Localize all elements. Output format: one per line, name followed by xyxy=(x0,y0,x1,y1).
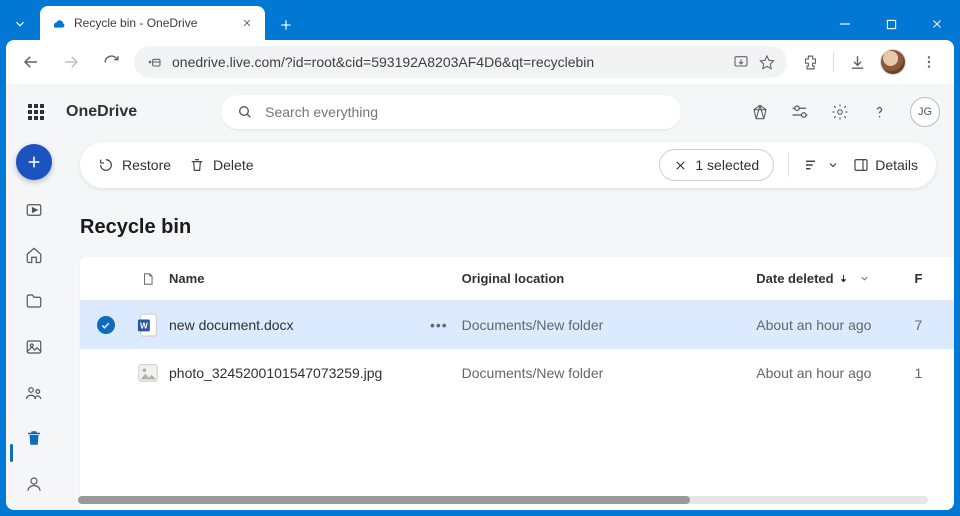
command-bar: Restore Delete 1 selected xyxy=(80,142,936,188)
page-title: Recycle bin xyxy=(80,216,954,239)
brand-label: OneDrive xyxy=(66,103,137,121)
app-launcher-button[interactable] xyxy=(20,96,52,128)
more-actions-button[interactable]: ••• xyxy=(430,317,448,333)
bookmark-star-icon[interactable] xyxy=(759,54,775,70)
window-maximize-button[interactable] xyxy=(868,8,914,40)
file-date: About an hour ago xyxy=(756,365,914,381)
svg-text:W: W xyxy=(140,322,148,331)
rail-home[interactable] xyxy=(16,239,52,271)
search-box[interactable] xyxy=(221,95,681,129)
search-input[interactable] xyxy=(265,104,665,120)
horizontal-scrollbar[interactable] xyxy=(78,496,928,504)
file-location: Documents/New folder xyxy=(462,365,757,381)
file-date: About an hour ago xyxy=(756,317,914,333)
tab-title: Recycle bin - OneDrive xyxy=(74,16,231,30)
rail-photos[interactable] xyxy=(16,331,52,363)
details-label: Details xyxy=(875,157,918,173)
main-region: Restore Delete 1 selected xyxy=(62,140,954,510)
rail-shared[interactable] xyxy=(16,377,52,409)
trash-icon xyxy=(189,157,205,173)
rail-account[interactable] xyxy=(16,468,52,500)
window-controls xyxy=(822,8,960,40)
chevron-down-icon xyxy=(859,273,870,284)
window-minimize-button[interactable] xyxy=(822,8,868,40)
browser-menu-button[interactable] xyxy=(912,45,946,79)
tab-search-button[interactable] xyxy=(0,8,40,40)
extensions-button[interactable] xyxy=(793,45,827,79)
nav-forward-button[interactable] xyxy=(54,45,88,79)
add-new-button[interactable] xyxy=(16,144,52,180)
search-icon xyxy=(237,104,253,120)
column-name[interactable]: Name xyxy=(165,271,462,286)
restore-icon xyxy=(98,157,114,173)
restore-button[interactable]: Restore xyxy=(98,157,171,173)
rail-active-indicator xyxy=(10,444,13,462)
nav-back-button[interactable] xyxy=(14,45,48,79)
browser-tab[interactable]: Recycle bin - OneDrive xyxy=(40,6,265,40)
file-size: 1 xyxy=(914,365,954,381)
site-info-icon[interactable] xyxy=(146,54,162,70)
clear-selection-icon[interactable] xyxy=(674,159,687,172)
sort-arrow-icon xyxy=(838,273,849,284)
details-icon xyxy=(853,157,869,173)
premium-button[interactable] xyxy=(751,103,769,121)
selection-pill[interactable]: 1 selected xyxy=(659,149,774,181)
column-location[interactable]: Original location xyxy=(462,271,757,286)
settings-quick-icon[interactable] xyxy=(791,103,809,121)
separator xyxy=(833,52,834,72)
settings-gear-icon[interactable] xyxy=(831,103,849,121)
onedrive-favicon-icon xyxy=(50,15,66,31)
rail-recycle-bin[interactable] xyxy=(16,422,52,454)
rail-files[interactable] xyxy=(16,285,52,317)
file-table: Name Original location Date deleted F Wn… xyxy=(80,257,954,510)
file-name[interactable]: photo_3245200101547073259.jpg xyxy=(165,365,462,381)
delete-label: Delete xyxy=(213,157,253,173)
column-type-icon[interactable] xyxy=(131,271,165,287)
sort-button[interactable] xyxy=(803,156,839,174)
profile-avatar[interactable] xyxy=(880,49,906,75)
nav-reload-button[interactable] xyxy=(94,45,128,79)
file-type-icon xyxy=(131,360,165,386)
install-app-icon[interactable] xyxy=(733,54,749,70)
column-date[interactable]: Date deleted xyxy=(756,271,914,286)
window-titlebar: Recycle bin - OneDrive xyxy=(0,0,960,40)
tab-close-button[interactable] xyxy=(239,15,255,31)
file-type-icon: W xyxy=(131,312,165,338)
row-checkbox[interactable] xyxy=(80,316,131,334)
details-pane-button[interactable]: Details xyxy=(853,157,918,173)
new-tab-button[interactable] xyxy=(271,10,301,40)
file-location: Documents/New folder xyxy=(462,317,757,333)
file-size: 7 xyxy=(914,317,954,333)
separator xyxy=(788,153,789,177)
window-close-button[interactable] xyxy=(914,8,960,40)
table-header: Name Original location Date deleted F xyxy=(80,257,954,301)
url-input[interactable] xyxy=(172,54,723,70)
rail-for-you[interactable] xyxy=(16,194,52,226)
browser-toolbar xyxy=(6,40,954,84)
delete-button[interactable]: Delete xyxy=(189,157,253,173)
scrollbar-thumb[interactable] xyxy=(78,496,690,504)
account-button[interactable]: JG xyxy=(910,97,940,127)
address-bar[interactable] xyxy=(134,46,787,78)
left-rail xyxy=(6,140,62,510)
restore-label: Restore xyxy=(122,157,171,173)
file-name[interactable]: new document.docx••• xyxy=(165,317,462,333)
table-row[interactable]: Wnew document.docx•••Documents/New folde… xyxy=(80,301,954,349)
downloads-button[interactable] xyxy=(840,45,874,79)
selection-count: 1 selected xyxy=(695,157,759,173)
help-button[interactable] xyxy=(871,104,888,121)
page-viewport: OneDrive JG xyxy=(6,84,954,510)
table-row[interactable]: photo_3245200101547073259.jpgDocuments/N… xyxy=(80,349,954,397)
column-size[interactable]: F xyxy=(914,271,954,286)
onedrive-header: OneDrive JG xyxy=(6,84,954,140)
